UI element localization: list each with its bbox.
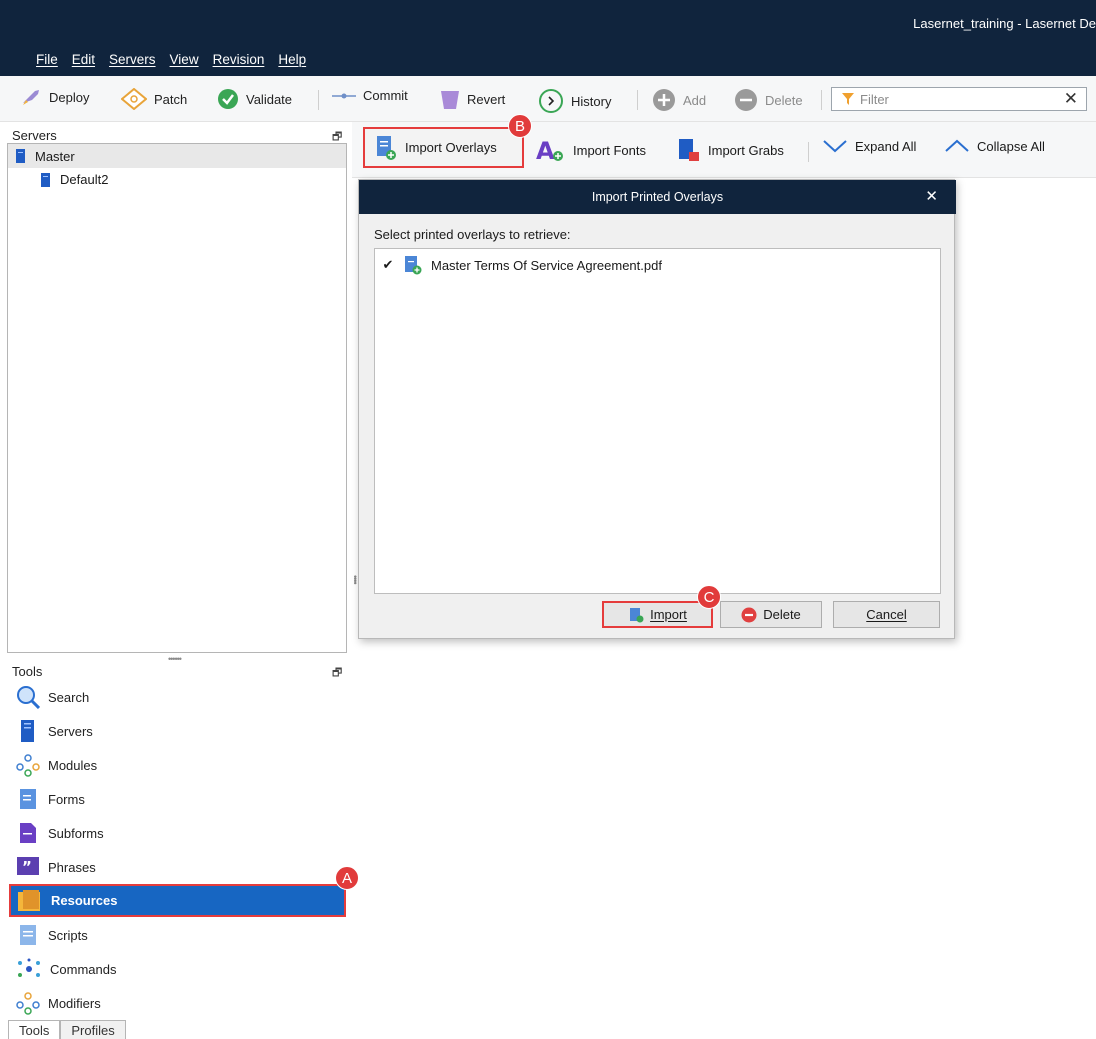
float-panel-icon[interactable]: 🗗 [332,664,342,683]
menu-revision[interactable]: Revision [213,52,265,67]
grab-icon [679,139,699,161]
deploy-button[interactable]: Deploy [20,88,89,106]
overlay-list: ✔ Master Terms Of Service Agreement.pdf [374,248,941,594]
minus-circle-icon [741,607,757,622]
dialog-title: Import Printed Overlays [591,190,724,204]
server-icon [16,149,25,163]
server-icon [41,172,50,187]
quote-icon: ” [17,857,39,876]
toolbar-separator [637,90,638,110]
annotation-badge-c: C [697,585,721,609]
servers-panel-title: Servers [12,128,57,143]
checkmark-icon [218,89,238,109]
splitter-grip[interactable]: •••••• [168,654,182,664]
chevron-up-icon [945,139,969,152]
collapse-all-button[interactable]: Collapse All [944,138,1045,154]
modifiers-icon [16,992,40,1015]
import-button[interactable]: Import [602,601,713,628]
servers-tree: Master Default2 [7,143,347,653]
import-fonts-button[interactable]: A Import Fonts [536,138,646,162]
tool-search[interactable]: Search [16,685,89,709]
trash-icon [441,91,459,109]
script-icon [20,925,36,945]
tool-modules[interactable]: Modules [16,753,97,777]
history-icon [539,89,563,113]
tool-scripts[interactable]: Scripts [16,923,88,947]
revert-button[interactable]: Revert [440,88,505,110]
modules-icon [16,754,40,777]
delete-button[interactable]: Delete [734,88,803,112]
close-icon[interactable]: ✕ [925,187,938,205]
magnifier-icon [17,686,40,709]
tool-modifiers[interactable]: Modifiers [16,991,101,1015]
tree-item-master[interactable]: Master [8,144,346,168]
main-toolbar: Deploy Patch Validate Commit Revert Hist… [0,76,1096,122]
svg-text:A: A [536,138,555,162]
expand-all-button[interactable]: Expand All [822,138,916,154]
tree-item-default2[interactable]: Default2 [41,172,108,187]
window-title: Lasernet_training - Lasernet De [913,16,1096,31]
tab-profiles[interactable]: Profiles [60,1020,126,1039]
title-bar: Lasernet_training - Lasernet De File Edi… [0,0,1096,76]
dialog-title-bar: Import Printed Overlays ✕ [359,180,956,214]
menu-edit[interactable]: Edit [72,52,95,67]
delete-dialog-button[interactable]: Delete [720,601,822,628]
file-name: Master Terms Of Service Agreement.pdf [431,257,662,273]
form-icon [20,789,36,809]
menu-bar: File Edit Servers View Revision Help [36,52,306,67]
checkbox[interactable]: ✔ [381,257,395,272]
list-item[interactable]: ✔ Master Terms Of Service Agreement.pdf [381,255,662,275]
patch-button[interactable]: Patch [121,88,187,110]
annotation-badge-b: B [508,114,532,138]
toolbar-separator [808,142,809,162]
commands-icon [18,958,40,977]
server-icon [21,720,34,742]
filter-input[interactable]: Filter ✕ [831,87,1087,111]
funnel-icon [842,93,854,105]
tool-forms[interactable]: Forms [16,787,85,811]
font-icon: A [536,138,563,162]
menu-servers[interactable]: Servers [109,52,156,67]
rocket-icon [23,90,39,105]
import-icon [630,607,644,622]
menu-view[interactable]: View [170,52,199,67]
commit-icon [332,93,356,98]
tool-servers[interactable]: Servers [16,719,93,743]
minus-circle-icon [735,89,757,111]
tool-phrases[interactable]: ” Phrases [16,855,96,879]
dialog-label: Select printed overlays to retrieve: [374,227,571,242]
chevron-down-icon [823,140,847,153]
menu-file[interactable]: File [36,52,58,67]
svg-text:”: ” [22,858,32,876]
toolbar-separator [821,90,822,110]
commit-button[interactable]: Commit [332,88,408,103]
add-button[interactable]: Add [652,88,706,112]
bottom-tabs: Tools Profiles [8,1020,126,1039]
toolbar-separator [318,90,319,110]
resources-icon [18,889,40,911]
import-overlays-dialog: Import Printed Overlays ✕ Select printed… [358,179,956,639]
tool-subforms[interactable]: Subforms [16,821,104,845]
import-grabs-button[interactable]: Import Grabs [677,138,784,162]
menu-help[interactable]: Help [278,52,306,67]
annotation-badge-a: A [335,866,359,890]
import-overlays-button[interactable]: Import Overlays [363,127,524,168]
tool-resources[interactable]: Resources [9,884,346,917]
history-button[interactable]: History [538,88,611,114]
tools-panel-title: Tools [12,664,43,679]
subform-icon [20,823,36,843]
validate-button[interactable]: Validate [217,88,292,110]
import-overlay-icon [377,135,396,160]
tool-commands[interactable]: Commands [16,957,116,981]
patch-icon [121,88,147,110]
pdf-overlay-icon [405,256,422,275]
tab-tools[interactable]: Tools [8,1020,61,1039]
cancel-button[interactable]: Cancel [833,601,940,628]
plus-circle-icon [653,89,675,111]
clear-filter-icon[interactable]: ✕ [1064,89,1078,109]
